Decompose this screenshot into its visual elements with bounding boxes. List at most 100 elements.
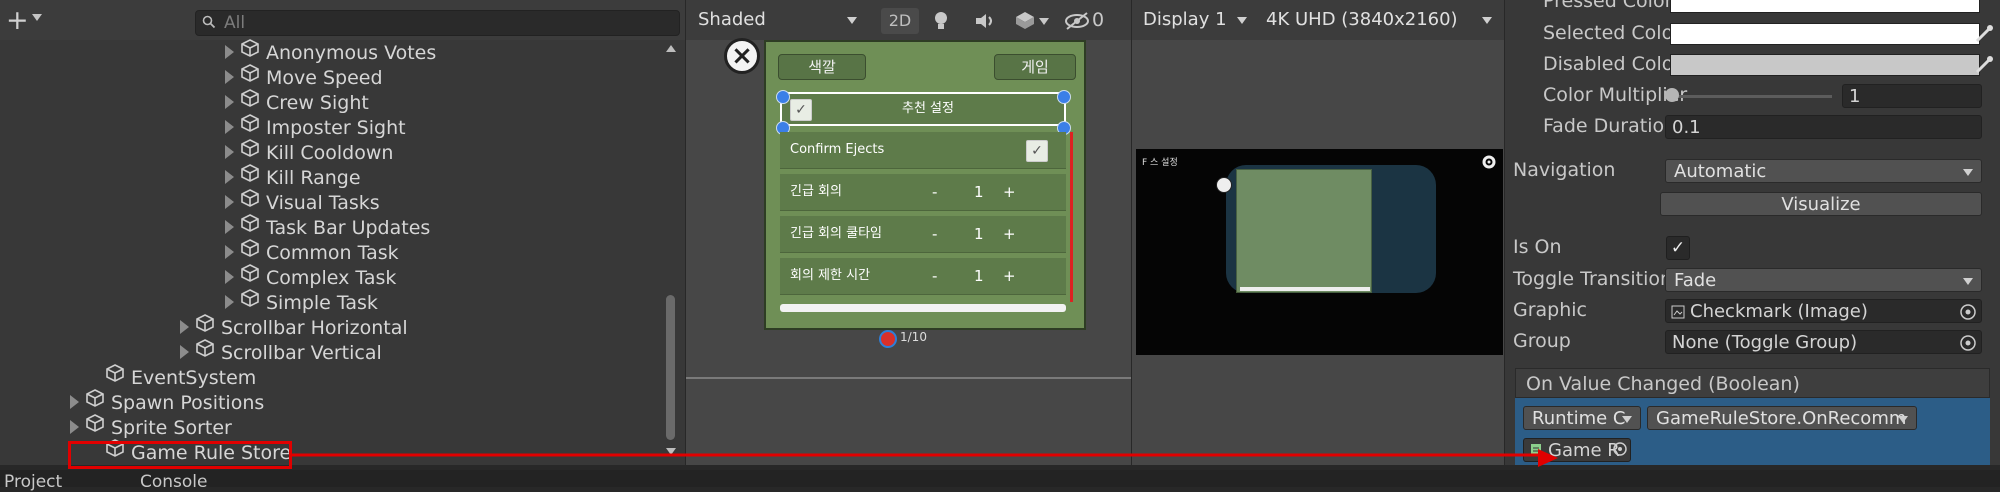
graphic-object-field[interactable]: Checkmark (Image) <box>1665 299 1982 323</box>
hierarchy-item-label: Common Task <box>266 242 399 264</box>
color-picker-icon[interactable] <box>1972 22 1996 46</box>
stepper-minus-button[interactable]: - <box>932 258 937 294</box>
highlight-box <box>68 441 292 469</box>
color-multiplier-slider-track[interactable] <box>1670 95 1832 98</box>
add-object-button[interactable]: + <box>6 5 29 36</box>
stepper-minus-button[interactable]: - <box>932 216 937 252</box>
toggle-2d-button[interactable]: 2D <box>881 8 919 34</box>
audio-icon[interactable] <box>974 12 998 30</box>
runtime-dropdown[interactable]: Runtime C <box>1523 406 1641 430</box>
function-dropdown[interactable]: GameRuleStore.OnRecomm <box>1647 406 1917 430</box>
pressed-color-swatch[interactable] <box>1670 0 1980 13</box>
expand-arrow-icon[interactable] <box>225 269 234 284</box>
hierarchy-item[interactable]: EventSystem <box>105 364 256 390</box>
effects-icon[interactable] <box>1014 10 1036 32</box>
tab-console[interactable]: Console <box>140 472 208 492</box>
stepper-value: 1 <box>974 225 984 243</box>
expand-arrow-icon[interactable] <box>180 344 189 359</box>
expand-arrow-icon[interactable] <box>225 244 234 259</box>
navigation-dropdown[interactable]: Automatic <box>1665 159 1982 183</box>
expand-arrow-icon[interactable] <box>225 94 234 109</box>
object-picker-icon[interactable] <box>1612 441 1628 457</box>
close-icon[interactable]: × <box>724 38 760 74</box>
hierarchy-scrollbar[interactable] <box>663 40 679 460</box>
display-dropdown[interactable]: Display 1 <box>1135 8 1255 32</box>
stepper-value: 1 <box>974 183 984 201</box>
hierarchy-item[interactable]: Kill Cooldown <box>225 139 393 165</box>
gear-icon[interactable] <box>1481 154 1497 170</box>
is-on-checkbox[interactable]: ✓ <box>1666 236 1690 260</box>
effects-dropdown-caret-icon[interactable] <box>1039 18 1049 25</box>
game-view[interactable]: Display 1 4K UHD (3840x2160) F 스 설정 <box>1132 0 1504 465</box>
game-tab-button[interactable]: 게임 <box>994 54 1076 80</box>
expand-arrow-icon[interactable] <box>225 69 234 84</box>
event-listener-entry[interactable]: Runtime C GameRuleStore.OnRecomm Game R <box>1515 398 1990 465</box>
color-multiplier-field[interactable]: 1 <box>1842 84 1982 108</box>
hierarchy-item[interactable]: Kill Range <box>225 164 361 190</box>
add-dropdown-caret-icon[interactable] <box>32 14 42 21</box>
fade-duration-field[interactable]: 0.1 <box>1665 115 1982 139</box>
resolution-dropdown[interactable]: 4K UHD (3840x2160) <box>1258 8 1500 32</box>
object-picker-icon[interactable] <box>1959 334 1977 352</box>
disabled-color-swatch[interactable] <box>1670 54 1980 76</box>
hierarchy-item[interactable]: Task Bar Updates <box>225 214 430 240</box>
stepper-minus-button[interactable]: - <box>932 174 937 210</box>
hierarchy-item[interactable]: Spawn Positions <box>70 389 265 415</box>
player-color-icon <box>879 330 897 348</box>
stepper-label: 긴급 회의 쿨타임 <box>790 226 882 241</box>
shading-mode-dropdown[interactable]: Shaded <box>690 8 865 32</box>
expand-arrow-icon[interactable] <box>180 319 189 334</box>
hierarchy-item[interactable]: Move Speed <box>225 64 383 90</box>
color-multiplier-slider-handle[interactable] <box>1665 88 1679 102</box>
recommend-toggle-row[interactable]: ✓ 추천 설정 <box>780 92 1066 126</box>
object-picker-icon[interactable] <box>1959 303 1977 321</box>
expand-arrow-icon[interactable] <box>70 394 79 409</box>
scroll-up-arrow-icon[interactable] <box>666 45 676 52</box>
recommend-label: 추천 설정 <box>902 101 954 116</box>
hierarchy-item[interactable]: Common Task <box>225 239 399 265</box>
stepper-plus-button[interactable]: + <box>1003 258 1016 294</box>
hierarchy-search-field[interactable]: All <box>195 10 680 36</box>
hierarchy-item[interactable]: Scrollbar Horizontal <box>180 314 408 340</box>
hierarchy-panel: + All Anonymous Votes Move Speed Crew Sigh… <box>0 0 685 465</box>
expand-arrow-icon[interactable] <box>225 119 234 134</box>
recommend-checkbox[interactable]: ✓ <box>790 99 812 121</box>
hierarchy-item[interactable]: Sprite Sorter <box>70 414 232 440</box>
game-close-icon[interactable] <box>1216 177 1232 193</box>
scroll-thumb[interactable] <box>666 295 675 440</box>
scroll-down-arrow-icon[interactable] <box>666 448 676 455</box>
hierarchy-item[interactable]: Visual Tasks <box>225 189 380 215</box>
rect-handle-tl[interactable] <box>776 90 790 104</box>
selected-color-swatch[interactable] <box>1670 23 1980 45</box>
color-picker-icon[interactable] <box>1972 53 1996 77</box>
expand-arrow-icon[interactable] <box>225 294 234 309</box>
hierarchy-item[interactable]: Scrollbar Vertical <box>180 339 382 365</box>
expand-arrow-icon[interactable] <box>225 144 234 159</box>
expand-arrow-icon[interactable] <box>225 169 234 184</box>
toggle-transition-dropdown[interactable]: Fade <box>1665 268 1982 292</box>
group-object-field[interactable]: None (Toggle Group) <box>1665 330 1982 354</box>
hierarchy-item[interactable]: Simple Task <box>225 289 378 315</box>
expand-arrow-icon[interactable] <box>225 219 234 234</box>
expand-arrow-icon[interactable] <box>225 194 234 209</box>
hierarchy-item[interactable]: Imposter Sight <box>225 114 406 140</box>
stepper-plus-button[interactable]: + <box>1003 216 1016 252</box>
stepper-plus-button[interactable]: + <box>1003 174 1016 210</box>
hierarchy-item[interactable]: Complex Task <box>225 264 396 290</box>
hierarchy-item-label: Spawn Positions <box>111 392 265 414</box>
scene-grid-line <box>686 377 1131 379</box>
hierarchy-item[interactable]: Anonymous Votes <box>225 39 436 65</box>
confirm-ejects-checkbox[interactable]: ✓ <box>1026 140 1048 162</box>
lighting-icon[interactable] <box>931 10 951 32</box>
rect-handle-tr[interactable] <box>1057 90 1071 104</box>
tab-project[interactable]: Project <box>4 472 62 492</box>
expand-arrow-icon[interactable] <box>70 419 79 434</box>
visualize-button[interactable]: Visualize <box>1660 192 1982 216</box>
expand-arrow-icon[interactable] <box>225 44 234 59</box>
scene-view[interactable]: Shaded 2D 0 색깔 게임 ✓ 추천 설정 Confirm Ejects <box>686 0 1131 465</box>
hidden-objects-icon[interactable] <box>1064 11 1090 31</box>
settings-panel[interactable]: 색깔 게임 ✓ 추천 설정 Confirm Ejects ✓ 긴급 회의 -1 + 긴… <box>764 40 1086 330</box>
color-tab-button[interactable]: 색깔 <box>778 54 866 80</box>
gameobject-icon <box>240 88 260 115</box>
hierarchy-item[interactable]: Crew Sight <box>225 88 369 115</box>
